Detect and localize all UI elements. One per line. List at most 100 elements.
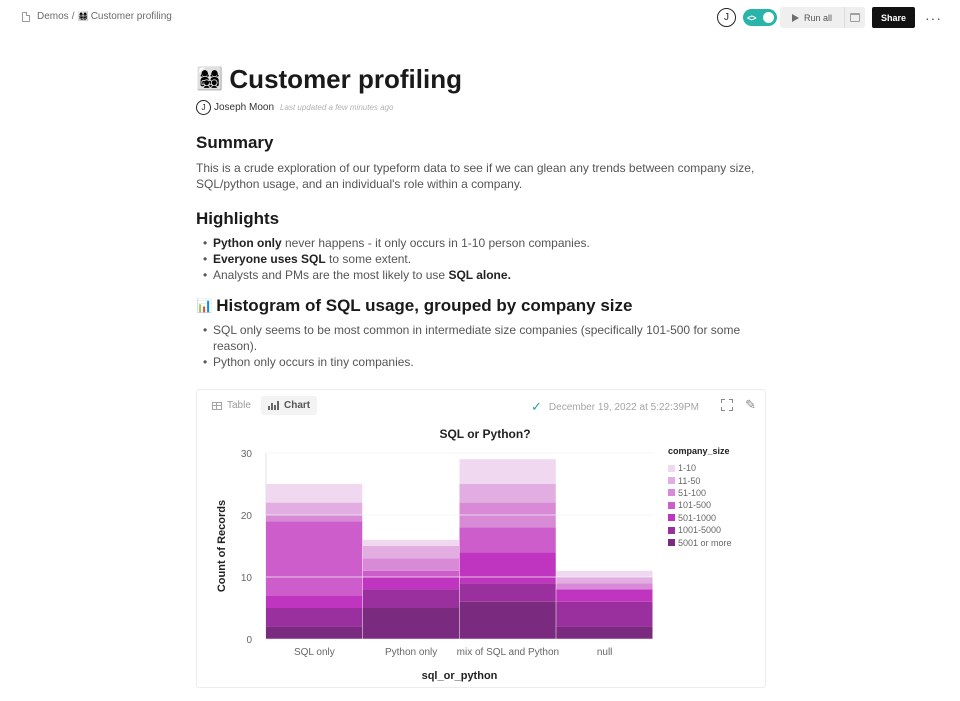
toolbar: J <> Run all Share ··· (716, 7, 942, 28)
bar-segment (556, 577, 653, 584)
more-options-icon[interactable]: ··· (925, 11, 942, 25)
legend-label: 101-500 (678, 500, 712, 511)
legend-item[interactable]: 501-1000 (668, 512, 732, 524)
bar-segment (362, 570, 460, 577)
run-all-button[interactable]: Run all (779, 7, 844, 28)
user-avatar[interactable]: J (716, 8, 736, 27)
chart-legend: company_size 1-10 11-50 51-100 101-500 501-1… (668, 446, 732, 549)
bar-segment (459, 484, 557, 503)
calendar-icon (849, 13, 860, 22)
legend-title: company_size (668, 446, 730, 456)
histogram-heading-text: Histogram of SQL usage, grouped by compa… (216, 296, 633, 315)
x-tick-label: null (597, 647, 613, 658)
bold-text: Python only (213, 236, 282, 250)
legend-swatch (668, 501, 675, 509)
bar-segment (556, 570, 653, 577)
title-emoji-icon: 👩‍👩‍👧‍👦 (196, 66, 224, 91)
author-avatar: J (196, 100, 211, 115)
histogram-heading: 📊 Histogram of SQL usage, grouped by com… (196, 296, 766, 316)
document: 👩‍👩‍👧‍👦 Customer profiling J Joseph Moon… (196, 62, 766, 370)
list-text: Analysts and PMs are the most likely to … (213, 268, 449, 282)
last-updated: Last updated a few minutes ago (280, 103, 394, 112)
legend-swatch (668, 464, 675, 472)
chart-cell: Table Chart ✓ December 19, 2022 at 5:22:… (196, 389, 766, 688)
list-text: never happens - it only occurs in 1-10 p… (281, 236, 590, 250)
bar-segment (556, 583, 653, 590)
legend-label: 1001-5000 (678, 525, 722, 536)
document-icon (22, 11, 30, 22)
legend-label: 501-1000 (678, 512, 717, 523)
list-item: Python only occurs in tiny companies. (196, 354, 766, 370)
legend-item[interactable]: 1001-5000 (668, 524, 732, 536)
bar-segment (362, 589, 460, 608)
legend-swatch (668, 526, 675, 534)
breadcrumb-separator: / (71, 11, 75, 22)
list-item: SQL only seems to be most common in inte… (196, 322, 766, 354)
highlights-heading: Highlights (196, 209, 280, 228)
legend-swatch (668, 489, 675, 497)
legend-item[interactable]: 101-500 (668, 499, 732, 511)
list-text: to some extent. (325, 252, 412, 266)
bar-segment (556, 601, 653, 627)
schedule-button[interactable] (843, 7, 865, 28)
author-name: Joseph Moon (214, 102, 275, 113)
legend-label: 1-10 (678, 463, 697, 474)
list-item: Python only never happens - it only occu… (196, 235, 766, 251)
bar-segment (362, 546, 460, 559)
y-tick-label: 10 (241, 573, 253, 584)
legend-item[interactable]: 1-10 (668, 462, 732, 474)
list-item: Everyone uses SQL to some extent. (196, 251, 766, 267)
summary-heading: Summary (196, 133, 274, 152)
bar-segment (362, 558, 460, 571)
histogram-notes: SQL only seems to be most common in inte… (196, 322, 766, 370)
bar-segment (362, 539, 460, 546)
project-emoji-icon: 👩‍👩‍👧‍👦 (77, 11, 89, 21)
bar-segment (362, 608, 460, 639)
title-text[interactable]: Customer profiling (229, 64, 462, 95)
code-toggle[interactable]: <> (742, 9, 777, 26)
top-bar: Demos / 👩‍👩‍👧‍👦 Customer profiling J <> … (0, 0, 960, 34)
summary-text: This is a crude exploration of our typef… (196, 161, 755, 191)
bar-segment (266, 515, 363, 522)
x-tick-label: mix of SQL and Python (457, 647, 559, 658)
toggle-knob (762, 12, 774, 23)
bar-segment (459, 583, 557, 602)
bar-chart-emoji-icon: 📊 (196, 298, 213, 313)
bar-segment (266, 595, 363, 608)
x-tick-label: Python only (385, 647, 437, 658)
y-axis-title: Count of Records (216, 500, 228, 592)
bar-segment (266, 608, 363, 627)
bar-segment (556, 626, 653, 639)
bold-text: Everyone uses SQL (213, 252, 326, 266)
legend-item[interactable]: 5001 or more (668, 536, 732, 548)
legend-item[interactable]: 11-50 (668, 474, 732, 486)
page-title: 👩‍👩‍👧‍👦 Customer profiling (196, 62, 766, 96)
bar-segment (459, 527, 557, 553)
bar-segment (556, 589, 653, 602)
y-tick-label: 0 (246, 635, 252, 646)
bar-segment (266, 484, 363, 503)
legend-label: 5001 or more (678, 537, 732, 548)
play-icon (791, 13, 799, 22)
legend-item[interactable]: 51-100 (668, 487, 732, 499)
breadcrumb-parent[interactable]: Demos (37, 11, 69, 22)
share-button[interactable]: Share (871, 7, 915, 28)
legend-label: 11-50 (678, 475, 701, 486)
x-tick-label: SQL only (294, 647, 335, 658)
highlights-list: Python only never happens - it only occu… (196, 235, 766, 283)
y-tick-label: 30 (241, 449, 253, 460)
breadcrumb: Demos / 👩‍👩‍👧‍👦 Customer profiling (22, 11, 172, 22)
bar-segment (266, 521, 363, 596)
bar-segment (266, 626, 363, 639)
legend-swatch (668, 514, 675, 522)
byline: J Joseph Moon Last updated a few minutes… (196, 99, 766, 116)
bar-segment (459, 459, 557, 484)
legend-swatch (668, 477, 675, 485)
code-icon: <> (746, 12, 756, 23)
breadcrumb-current[interactable]: Customer profiling (91, 11, 172, 22)
legend-label: 51-100 (678, 487, 707, 498)
bar-segment (459, 552, 557, 584)
bar-segment (459, 601, 557, 639)
bold-text: SQL alone. (448, 268, 511, 282)
run-all-label: Run all (803, 12, 832, 23)
